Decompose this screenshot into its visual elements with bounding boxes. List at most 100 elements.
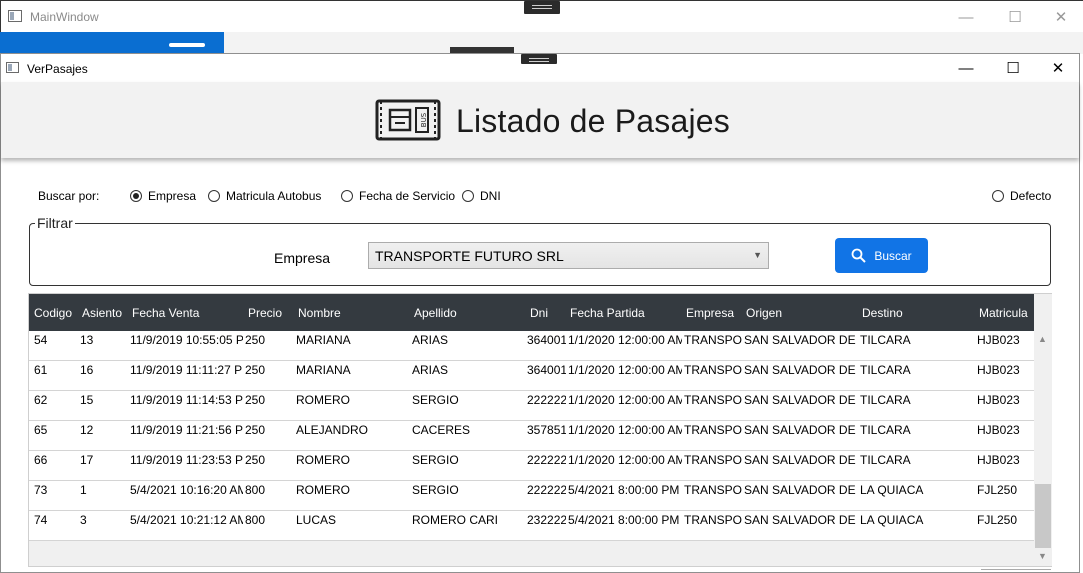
cell-apellido: SERGIO — [412, 483, 459, 497]
search-label: Buscar por: — [38, 189, 100, 203]
vertical-scrollbar[interactable]: ▲ ▼ — [1034, 294, 1052, 566]
cell-fecha-venta: 11/9/2019 11:14:53 PM — [130, 393, 243, 407]
maximize-button[interactable]: ☐ — [990, 54, 1036, 82]
column-header-destino[interactable]: Destino — [862, 306, 903, 320]
main-window-titlebar[interactable]: MainWindow — ☐ ✕ — [0, 0, 1083, 32]
column-header-codigo[interactable]: Codigo — [34, 306, 72, 320]
window-titlebar[interactable]: VerPasajes — ☐ ✕ — [1, 54, 1079, 82]
radio-defecto[interactable]: Defecto — [992, 188, 1051, 204]
cell-matricula: FJL250 — [977, 483, 1018, 497]
cell-destino: LA QUIACA — [860, 483, 924, 497]
cell-asiento: 3 — [80, 513, 87, 527]
close-button[interactable]: ✕ — [1035, 54, 1081, 82]
cell-dni: 35785123 — [527, 423, 566, 437]
cell-codigo: 73 — [34, 483, 48, 497]
radio-indicator[interactable] — [208, 190, 220, 202]
cell-fecha-venta: 11/9/2019 11:11:27 PM — [130, 363, 243, 377]
bus-ticket-icon: BUS — [375, 99, 441, 141]
radio-indicator[interactable] — [992, 190, 1004, 202]
radio-indicator[interactable] — [462, 190, 474, 202]
dropdown-value: TRANSPORTE FUTURO SRL — [375, 248, 564, 264]
column-header-matricula[interactable]: Matricula — [979, 306, 1028, 320]
chevron-down-icon[interactable]: ▼ — [1038, 551, 1047, 561]
cell-apellido: ARIAS — [412, 333, 449, 347]
table-row[interactable]: 61 16 11/9/2019 11:11:27 PM 250 MARIANA ARIAS… — [29, 361, 1034, 391]
cell-nombre: ALEJANDRO — [296, 423, 369, 437]
minimize-button[interactable]: — — [943, 1, 989, 33]
cell-precio: 250 — [245, 423, 266, 437]
cell-codigo: 65 — [34, 423, 48, 437]
column-header-apellido[interactable]: Apellido — [414, 306, 457, 320]
column-header-precio[interactable]: Precio — [248, 306, 282, 320]
cell-nombre: ROMERO — [296, 453, 350, 467]
column-header-asiento[interactable]: Asiento — [82, 306, 122, 320]
maximize-button[interactable]: ☐ — [992, 1, 1038, 33]
cell-origen: SAN SALVADOR DE JUJUY — [744, 393, 858, 407]
cell-fecha-venta: 11/9/2019 11:21:56 PM — [130, 423, 243, 437]
scrollbar-thumb[interactable] — [1035, 484, 1051, 548]
cell-precio: 250 — [245, 453, 266, 467]
cell-fecha-partida: 5/4/2021 8:00:00 PM — [568, 483, 680, 497]
column-header-fecha-partida[interactable]: Fecha Partida — [570, 306, 645, 320]
cell-origen: SAN SALVADOR DE JUJUY — [744, 483, 858, 497]
bottom-control — [981, 569, 1051, 573]
empresa-label: Empresa — [274, 250, 331, 266]
column-header-origen[interactable]: Origen — [746, 306, 782, 320]
radio-fecha-servicio[interactable]: Fecha de Servicio — [341, 188, 455, 204]
cell-nombre: LUCAS — [296, 513, 337, 527]
table-row[interactable]: 65 12 11/9/2019 11:21:56 PM 250 ALEJANDRO CAC… — [29, 421, 1034, 451]
cell-fecha-partida: 1/1/2020 12:00:00 AM — [568, 423, 682, 437]
column-header-empresa[interactable]: Empresa — [686, 306, 734, 320]
chevron-up-icon[interactable]: ▲ — [1038, 334, 1047, 344]
window-title: VerPasajes — [27, 62, 88, 76]
cell-empresa: TRANSPORTE FUTURO SRL — [684, 453, 742, 467]
radio-indicator[interactable] — [130, 190, 142, 202]
drag-handle[interactable] — [521, 54, 557, 64]
cell-dni: 22222222 — [527, 393, 566, 407]
cell-empresa: TRANSPORTE FUTURO SRL — [684, 483, 742, 497]
table-row[interactable]: 62 15 11/9/2019 11:14:53 PM 250 ROMERO SERGIO… — [29, 391, 1034, 421]
radio-label: Defecto — [1010, 189, 1052, 203]
menu-icon[interactable] — [169, 43, 205, 47]
empresa-dropdown[interactable]: TRANSPORTE FUTURO SRL ▼ — [368, 242, 769, 269]
close-button[interactable]: ✕ — [1038, 1, 1083, 33]
radio-empresa[interactable]: Empresa — [130, 188, 196, 204]
table-body: 54 13 11/9/2019 10:55:05 PM 250 MARIANA ARIAS… — [29, 331, 1034, 541]
cell-fecha-venta: 5/4/2021 10:16:20 AM — [130, 483, 243, 497]
cell-origen: SAN SALVADOR DE JUJUY — [744, 513, 858, 527]
page-header: BUS Listado de Pasajes — [1, 82, 1079, 158]
cell-origen: SAN SALVADOR DE JUJUY — [744, 423, 858, 437]
radio-matricula-autobus[interactable]: Matricula Autobus — [208, 188, 321, 204]
drag-handle[interactable] — [524, 1, 560, 14]
column-header-fecha-venta[interactable]: Fecha Venta — [132, 306, 199, 320]
cell-matricula: HJB023 — [977, 453, 1020, 467]
cell-fecha-partida: 1/1/2020 12:00:00 AM — [568, 333, 682, 347]
cell-dni: 36400123 — [527, 333, 566, 347]
cell-matricula: HJB023 — [977, 333, 1020, 347]
cell-apellido: CACERES — [412, 423, 471, 437]
radio-label: Fecha de Servicio — [359, 189, 456, 203]
table-row[interactable]: 66 17 11/9/2019 11:23:53 PM 250 ROMERO SERGIO… — [29, 451, 1034, 481]
cell-apellido: SERGIO — [412, 453, 459, 467]
cell-matricula: HJB023 — [977, 393, 1020, 407]
table-row[interactable]: 73 1 5/4/2021 10:16:20 AM 800 ROMERO SERGIO 22… — [29, 481, 1034, 511]
radio-dni[interactable]: DNI — [462, 188, 501, 204]
column-header-nombre[interactable]: Nombre — [298, 306, 341, 320]
cell-codigo: 74 — [34, 513, 48, 527]
verpasajes-window: VerPasajes — ☐ ✕ BUS Listado de Pasajes … — [0, 53, 1080, 573]
cell-destino: TILCARA — [860, 333, 911, 347]
cell-fecha-venta: 5/4/2021 10:21:12 AM — [130, 513, 243, 527]
cell-codigo: 61 — [34, 363, 48, 377]
radio-label: DNI — [480, 189, 501, 203]
search-button[interactable]: Buscar — [835, 238, 928, 273]
table-row[interactable]: 74 3 5/4/2021 10:21:12 AM 800 LUCAS ROMERO CA… — [29, 511, 1034, 541]
table-row[interactable]: 54 13 11/9/2019 10:55:05 PM 250 MARIANA ARIAS… — [29, 331, 1034, 361]
pasajes-table[interactable]: Codigo Asiento Fecha Venta Precio Nombre… — [28, 293, 1052, 567]
radio-indicator[interactable] — [341, 190, 353, 202]
cell-nombre: ROMERO — [296, 393, 350, 407]
column-header-dni[interactable]: Dni — [530, 306, 548, 320]
minimize-button[interactable]: — — [943, 54, 989, 82]
cell-destino: TILCARA — [860, 393, 911, 407]
chevron-down-icon[interactable]: ▼ — [753, 250, 762, 260]
cell-asiento: 1 — [80, 483, 87, 497]
